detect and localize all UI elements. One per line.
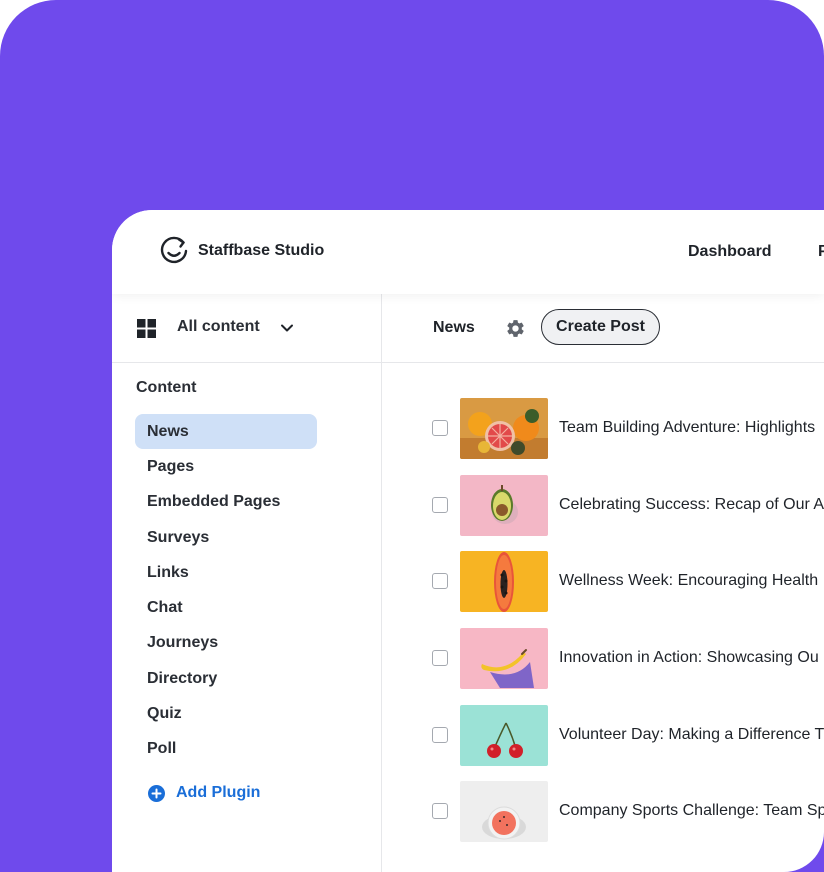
top-bar: Staffbase Studio Dashboard P: [112, 210, 824, 294]
app-window: Staffbase Studio Dashboard P All content…: [112, 210, 824, 872]
content-selector[interactable]: All content: [112, 294, 381, 363]
post-row[interactable]: Volunteer Day: Making a Difference T: [382, 704, 824, 782]
sidebar-item-news[interactable]: News: [135, 414, 317, 450]
create-post-button[interactable]: Create Post: [541, 309, 660, 345]
row-checkbox[interactable]: [432, 726, 448, 743]
post-title[interactable]: Celebrating Success: Recap of Our A: [559, 496, 824, 514]
post-title[interactable]: Wellness Week: Encouraging Health: [559, 572, 818, 590]
content-selector-label: All content: [177, 318, 260, 335]
staffbase-logo-icon: [160, 236, 188, 264]
row-checkbox[interactable]: [432, 496, 448, 513]
main-panel: News Create Post Team Building Adventure…: [382, 294, 824, 872]
post-row[interactable]: Wellness Week: Encouraging Health: [382, 551, 824, 628]
page-title: News: [433, 319, 475, 336]
row-checkbox[interactable]: [432, 650, 448, 667]
plus-circle-icon: [148, 784, 165, 802]
section-title: Content: [136, 379, 197, 396]
gear-icon[interactable]: [505, 318, 526, 339]
post-thumbnail-watermelon: [460, 781, 548, 843]
post-title[interactable]: Volunteer Day: Making a Difference T: [559, 726, 824, 744]
sidebar-item-journeys[interactable]: Journeys: [135, 626, 317, 661]
sidebar-nav: News Pages Embedded Pages Surveys Links …: [135, 414, 317, 767]
add-plugin-button[interactable]: Add Plugin: [148, 784, 260, 802]
post-row[interactable]: Celebrating Success: Recap of Our A: [382, 474, 824, 552]
grid-icon: [137, 319, 156, 338]
post-row[interactable]: Team Building Adventure: Highlights: [382, 398, 824, 475]
post-title[interactable]: Innovation in Action: Showcasing Ou: [559, 649, 819, 667]
main-header: News Create Post: [382, 294, 824, 363]
post-thumbnail-avocado: [460, 474, 548, 536]
sidebar-item-poll[interactable]: Poll: [135, 732, 317, 767]
papaya-image: [460, 551, 548, 613]
post-thumbnail-papaya: [460, 551, 548, 613]
sidebar-item-chat[interactable]: Chat: [135, 590, 317, 625]
post-list: Team Building Adventure: Highlights Cele…: [382, 398, 824, 858]
sidebar-item-links[interactable]: Links: [135, 555, 317, 590]
post-title[interactable]: Company Sports Challenge: Team Sp: [559, 802, 824, 820]
cherries-image: [460, 704, 548, 766]
sidebar-item-embedded-pages[interactable]: Embedded Pages: [135, 485, 317, 520]
post-row[interactable]: Innovation in Action: Showcasing Ou: [382, 628, 824, 705]
post-title[interactable]: Team Building Adventure: Highlights: [559, 419, 815, 437]
oranges-image: [460, 398, 548, 459]
nav-dashboard[interactable]: Dashboard: [688, 243, 772, 261]
row-checkbox[interactable]: [432, 573, 448, 590]
sidebar-item-directory[interactable]: Directory: [135, 661, 317, 696]
row-checkbox[interactable]: [432, 803, 448, 820]
post-row[interactable]: Company Sports Challenge: Team Sp: [382, 781, 824, 858]
sidebar-item-quiz[interactable]: Quiz: [135, 696, 317, 731]
sidebar-item-pages[interactable]: Pages: [135, 449, 317, 484]
post-thumbnail-oranges: [460, 398, 548, 459]
app-name: Staffbase Studio: [198, 242, 325, 259]
add-plugin-label: Add Plugin: [176, 784, 261, 801]
nav-item-partial[interactable]: P: [818, 243, 824, 261]
brand[interactable]: Staffbase Studio: [159, 236, 324, 266]
banana-image: [460, 628, 548, 690]
row-checkbox[interactable]: [432, 420, 448, 436]
sidebar: All content Content News Pages Embedded …: [112, 294, 382, 872]
chevron-down-icon[interactable]: [280, 321, 294, 335]
post-thumbnail-cherries: [460, 704, 548, 766]
sidebar-item-surveys[interactable]: Surveys: [135, 520, 317, 555]
post-thumbnail-banana: [460, 628, 548, 690]
watermelon-image: [460, 781, 548, 843]
avocado-image: [460, 474, 548, 536]
